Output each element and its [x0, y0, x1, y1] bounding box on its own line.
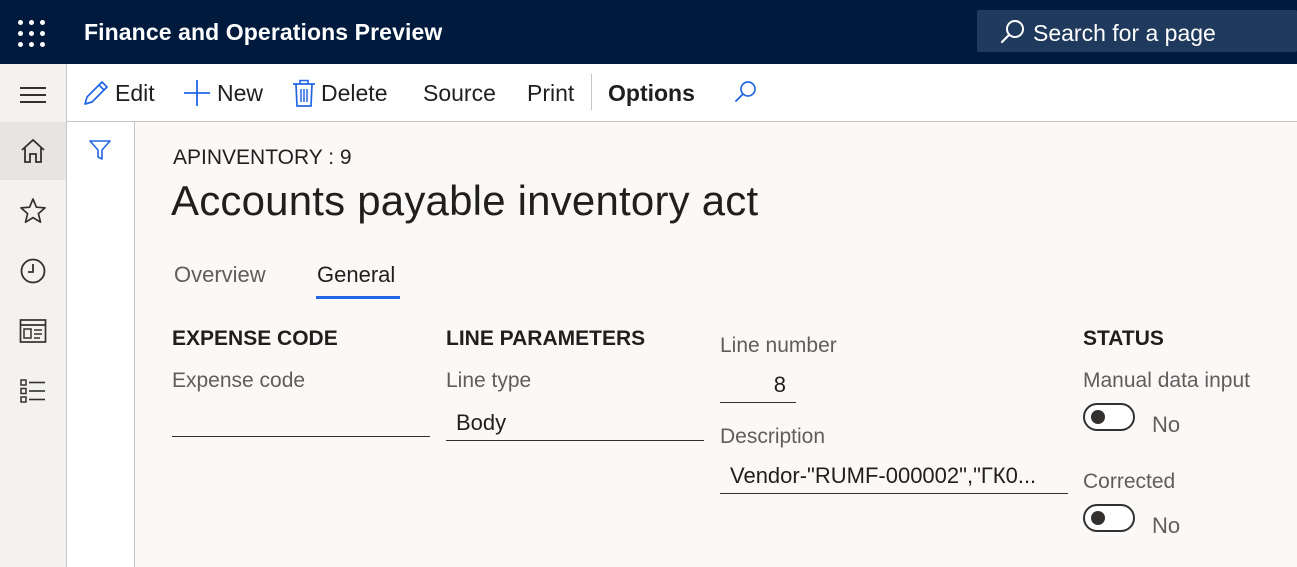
options-label: Options — [608, 79, 695, 106]
manual-data-input-label: Manual data input — [1083, 369, 1250, 392]
trash-icon — [293, 79, 315, 107]
line-parameters-heading: LINE PARAMETERS — [446, 327, 646, 350]
manual-data-input-toggle[interactable] — [1083, 403, 1135, 431]
search-icon — [735, 81, 756, 102]
top-bar: Finance and Operations Preview Search fo… — [0, 0, 1297, 64]
new-label: New — [217, 79, 264, 106]
workspace-icon[interactable] — [0, 302, 66, 360]
action-search-button[interactable] — [731, 64, 763, 122]
action-pane: Edit New Delete Source Print Options — [67, 64, 1297, 122]
search-icon — [1000, 20, 1024, 44]
app-title[interactable]: Finance and Operations Preview — [84, 19, 442, 46]
corrected-value: No — [1152, 513, 1181, 538]
manual-data-input-value: No — [1152, 412, 1181, 437]
action-separator — [591, 74, 592, 110]
star-icon[interactable] — [0, 182, 66, 240]
new-button[interactable]: New — [181, 64, 263, 122]
source-button[interactable]: Source — [423, 64, 496, 122]
page-title: Accounts payable inventory act — [171, 177, 759, 224]
tab-overview[interactable]: Overview — [174, 262, 266, 288]
left-navigation — [0, 64, 67, 567]
toggle-knob — [1091, 511, 1105, 525]
corrected-toggle[interactable] — [1083, 504, 1135, 532]
clock-icon[interactable] — [0, 242, 66, 300]
toggle-knob — [1091, 410, 1105, 424]
print-button[interactable]: Print — [527, 64, 574, 122]
expense-code-heading: EXPENSE CODE — [172, 327, 338, 350]
expense-code-label: Expense code — [172, 369, 306, 392]
tab-general[interactable]: General — [317, 262, 395, 288]
description-field[interactable]: Vendor-"RUMF-000002","ГК0... — [720, 458, 1068, 494]
filter-pane — [67, 122, 135, 567]
description-label: Description — [720, 425, 826, 448]
line-number-field[interactable]: 8 — [720, 367, 796, 403]
app-launcher-icon[interactable] — [14, 16, 48, 48]
delete-button[interactable]: Delete — [291, 64, 387, 122]
line-number-label: Line number — [720, 334, 837, 357]
home-icon[interactable] — [0, 122, 66, 180]
options-button[interactable]: Options — [608, 64, 695, 122]
expense-code-field[interactable] — [172, 401, 430, 437]
pencil-icon — [84, 81, 108, 105]
line-type-label: Line type — [446, 369, 532, 392]
active-tab-indicator — [316, 296, 400, 299]
hamburger-icon[interactable] — [0, 66, 66, 124]
delete-label: Delete — [321, 79, 388, 106]
filter-icon[interactable] — [87, 138, 115, 166]
status-heading: STATUS — [1083, 327, 1164, 350]
print-label: Print — [527, 79, 575, 106]
page-search-box[interactable]: Search for a page — [977, 10, 1297, 52]
list-icon[interactable] — [0, 362, 66, 420]
search-placeholder: Search for a page — [1033, 20, 1216, 46]
record-caption: APINVENTORY : 9 — [173, 146, 352, 169]
edit-label: Edit — [115, 79, 155, 106]
line-type-field[interactable]: Body — [446, 405, 704, 441]
corrected-label: Corrected — [1083, 470, 1176, 493]
edit-button[interactable]: Edit — [81, 64, 155, 122]
source-label: Source — [423, 79, 496, 106]
plus-icon — [184, 80, 210, 106]
